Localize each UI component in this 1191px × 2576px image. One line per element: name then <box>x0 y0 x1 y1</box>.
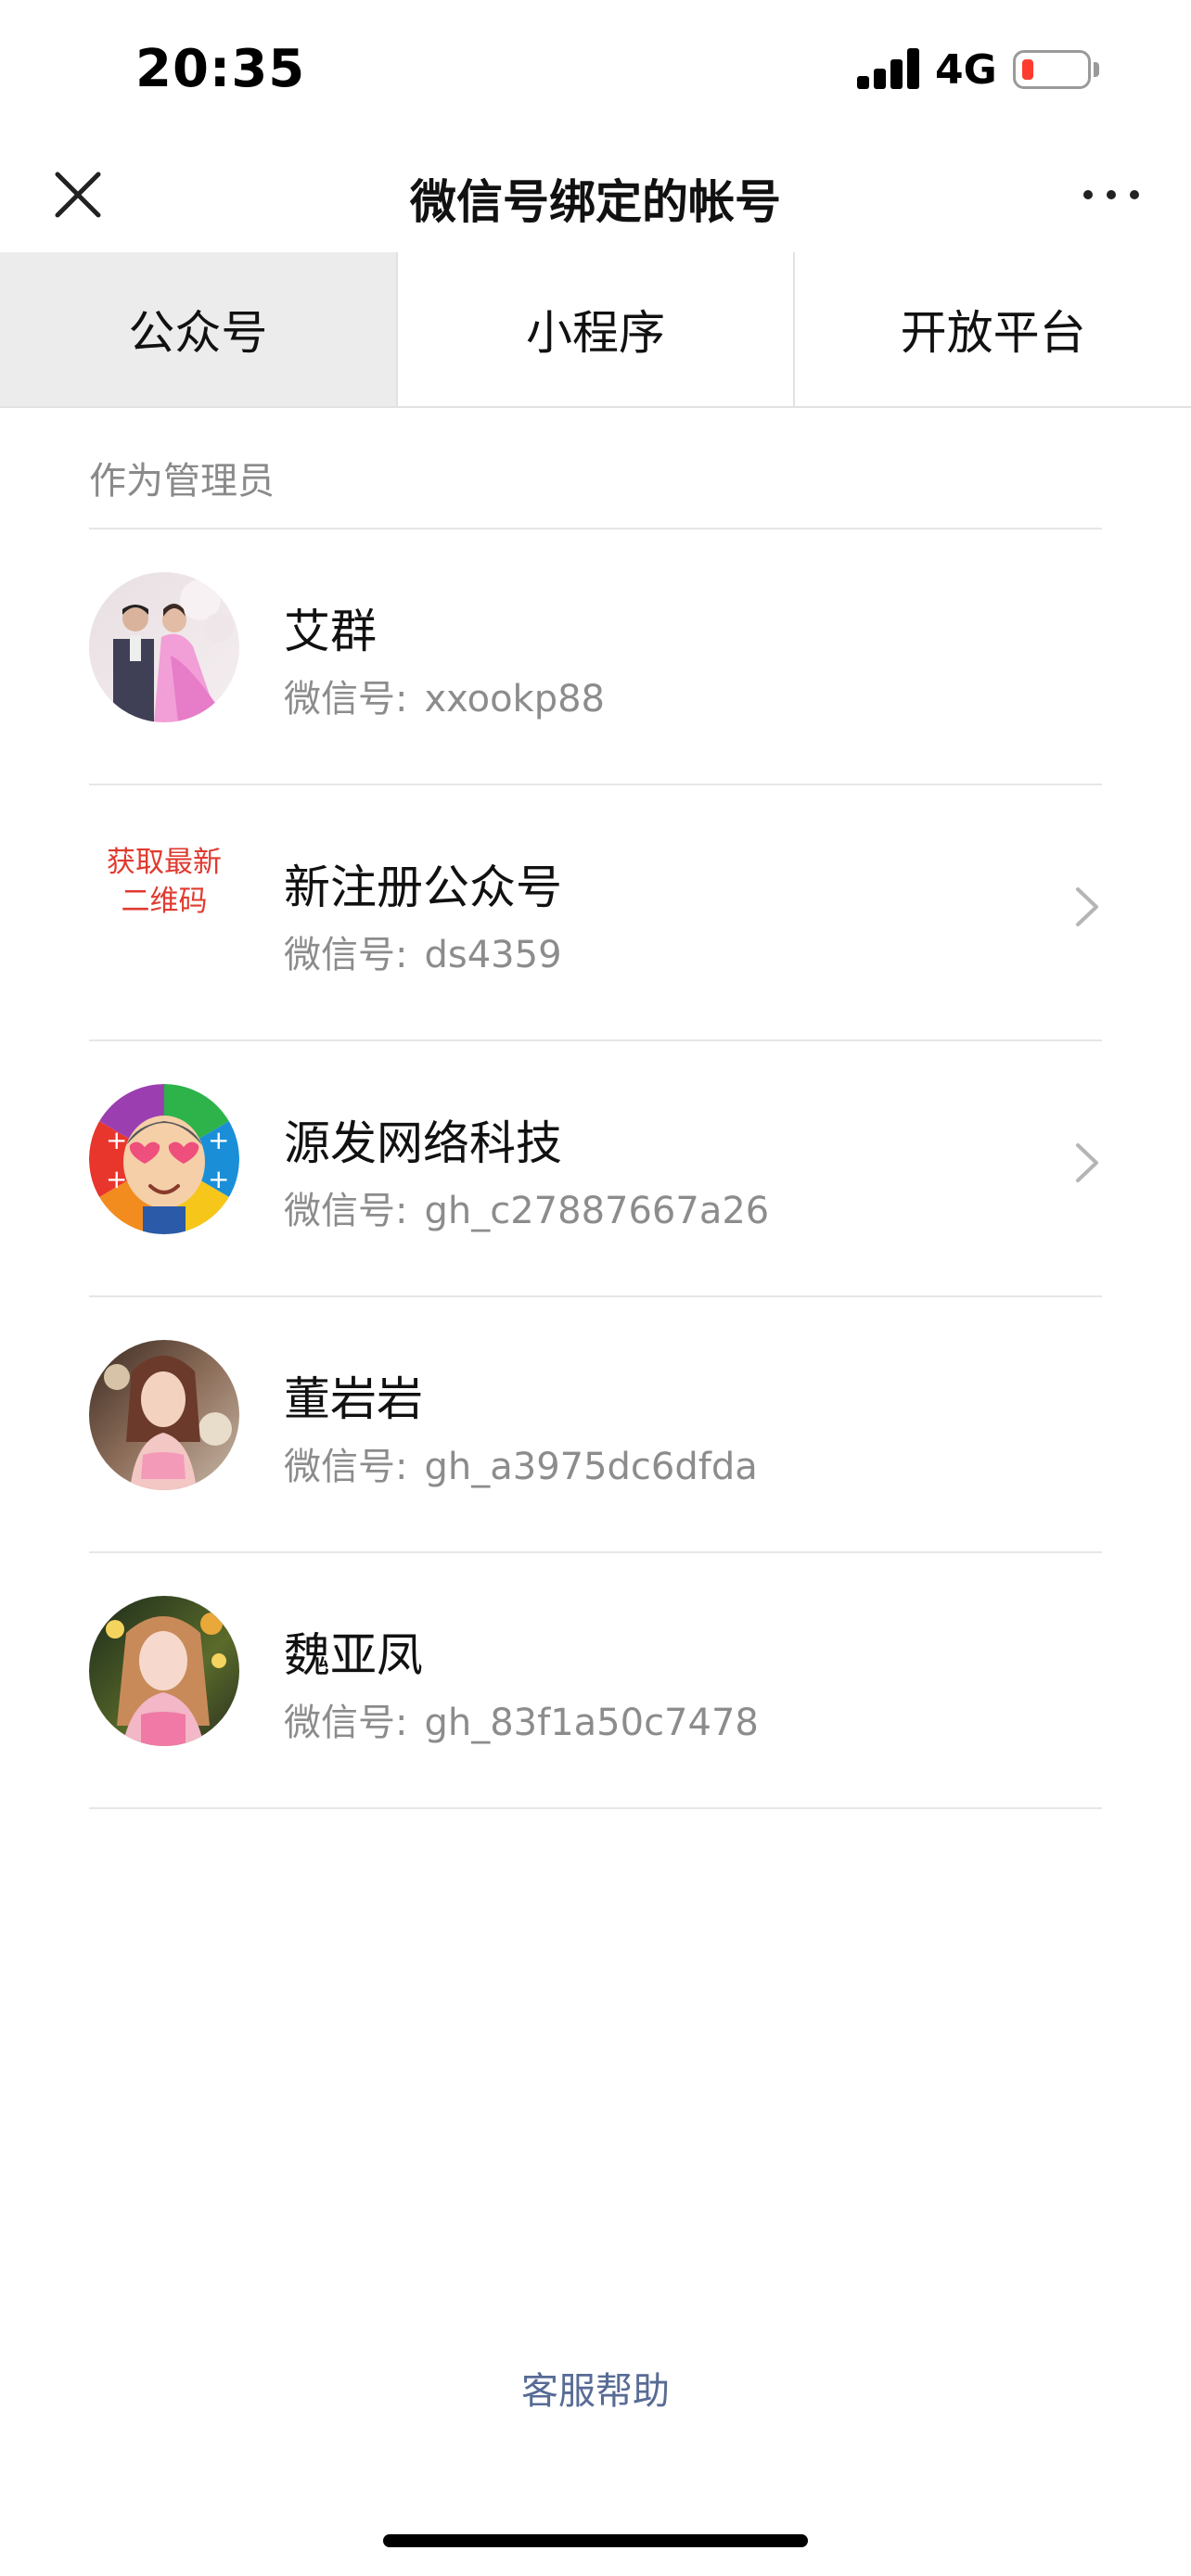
nav-bar: 微信号绑定的帐号 <box>0 139 1191 252</box>
account-name: 董岩岩 <box>284 1372 423 1426</box>
tab-open-platform[interactable]: 开放平台 <box>795 252 1191 406</box>
tab-mini-programs[interactable]: 小程序 <box>397 252 796 406</box>
tab-bar: 公众号 小程序 开放平台 <box>0 252 1191 408</box>
chevron-right-icon <box>1076 887 1098 926</box>
status-time: 20:35 <box>135 39 306 99</box>
wechat-id-value: xxookp88 <box>424 678 605 721</box>
more-icon <box>1083 190 1093 199</box>
qrcode-text-line1: 获取最新 <box>107 846 222 879</box>
close-button[interactable] <box>48 165 108 224</box>
section-title: 作为管理员 <box>89 460 275 503</box>
battery-low-icon <box>1013 50 1091 89</box>
account-wechat-id: 微信号: gh_c27887667a26 <box>284 1180 769 1234</box>
tab-official-accounts[interactable]: 公众号 <box>0 252 398 406</box>
account-name: 新注册公众号 <box>284 861 562 914</box>
svg-text:+: + <box>208 1125 229 1155</box>
wechat-id-value: gh_c27887667a26 <box>424 1190 770 1232</box>
customer-service-help-link[interactable]: 客服帮助 <box>0 2361 1191 2415</box>
svg-text:+: + <box>208 1164 229 1194</box>
cartoon-face-avatar: + + + + <box>89 1084 239 1234</box>
wechat-id-value: gh_83f1a50c7478 <box>424 1702 759 1744</box>
battery-cap <box>1094 62 1099 77</box>
account-item[interactable]: 董岩岩 微信号: gh_a3975dc6dfda <box>89 1297 1102 1553</box>
svg-text:+: + <box>106 1125 127 1155</box>
page-title: 微信号绑定的帐号 <box>410 175 781 229</box>
portrait-photo-avatar <box>89 1596 239 1746</box>
chevron-right-icon <box>1076 1143 1098 1182</box>
home-indicator[interactable] <box>383 2534 808 2547</box>
wechat-id-label: 微信号: <box>284 678 408 721</box>
more-button[interactable] <box>1076 171 1146 217</box>
account-item[interactable]: + + + + 源发网络科技 微信号: gh_c27887667a26 <box>89 1041 1102 1297</box>
account-wechat-id: 微信号: xxookp88 <box>284 669 605 722</box>
account-name: 魏亚凤 <box>284 1628 423 1682</box>
wechat-id-label: 微信号: <box>284 1190 408 1232</box>
wechat-id-value: gh_a3975dc6dfda <box>424 1446 758 1488</box>
account-name: 艾群 <box>284 605 377 658</box>
network-type: 4G <box>935 46 997 94</box>
portrait-photo-avatar <box>89 1340 239 1490</box>
account-item[interactable]: 魏亚凤 微信号: gh_83f1a50c7478 <box>89 1553 1102 1809</box>
close-icon <box>55 172 101 218</box>
wechat-id-label: 微信号: <box>284 934 408 976</box>
get-qrcode-link[interactable]: 获取最新 二维码 <box>89 843 239 921</box>
status-bar: 20:35 4G <box>0 0 1191 139</box>
wedding-photo-avatar <box>89 572 239 722</box>
account-name: 源发网络科技 <box>284 1116 562 1170</box>
account-item[interactable]: 艾群 微信号: xxookp88 <box>89 529 1102 785</box>
account-wechat-id: 微信号: ds4359 <box>284 925 562 978</box>
wechat-id-label: 微信号: <box>284 1702 408 1744</box>
wechat-id-label: 微信号: <box>284 1446 408 1488</box>
account-list: 艾群 微信号: xxookp88 获取最新 二维码 新注册公众号 微信号: ds43… <box>89 529 1102 1809</box>
account-wechat-id: 微信号: gh_83f1a50c7478 <box>284 1692 759 1746</box>
wechat-id-value: ds4359 <box>424 934 562 976</box>
account-wechat-id: 微信号: gh_a3975dc6dfda <box>284 1436 758 1490</box>
signal-icon <box>857 48 920 89</box>
account-item[interactable]: 获取最新 二维码 新注册公众号 微信号: ds4359 <box>89 785 1102 1041</box>
qrcode-text-line2: 二维码 <box>121 885 208 918</box>
